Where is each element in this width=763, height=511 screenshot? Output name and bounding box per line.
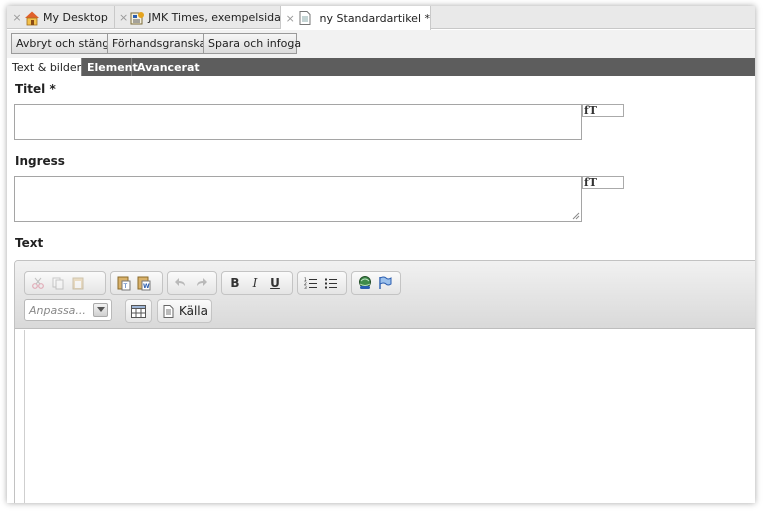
svg-text:3: 3 (304, 285, 307, 290)
list-group: 123 (297, 271, 347, 295)
source-icon (162, 302, 176, 320)
bold-icon[interactable]: B (225, 274, 245, 292)
text-label: Text (15, 236, 44, 250)
cancel-close-button[interactable]: Avbryt och stäng (11, 33, 109, 54)
document-icon (297, 10, 313, 26)
close-icon[interactable]: × (11, 11, 23, 24)
source-button[interactable]: Källa (179, 304, 208, 318)
dropdown-arrow-icon[interactable] (93, 303, 108, 317)
svg-text:W: W (143, 283, 150, 290)
close-icon[interactable]: × (285, 12, 296, 25)
paste-text-icon[interactable]: T (114, 274, 134, 292)
action-toolbar: Avbryt och stäng Förhandsgranska Spara o… (7, 30, 755, 58)
resize-handle-icon[interactable] (572, 212, 580, 220)
table-icon[interactable] (129, 302, 148, 320)
italic-icon[interactable]: I (245, 274, 265, 292)
tab-text-images[interactable]: Text & bilder (7, 58, 82, 76)
tab-label: JMK Times, exempelsida (148, 11, 281, 24)
tab-jmk-times[interactable]: × JMK Times, exempelsida (115, 6, 281, 29)
tab-ny-standardartikel[interactable]: × ny Standardartikel * (281, 6, 431, 30)
section-tab-bar: Text & bilder Element Avancerat (7, 58, 755, 76)
tab-label: ny Standardartikel * (319, 11, 430, 25)
ingress-textarea[interactable] (14, 176, 582, 222)
font-toggle-icon[interactable]: fT (582, 176, 624, 189)
svg-text:T: T (123, 283, 128, 290)
cut-icon[interactable] (28, 274, 48, 292)
undo-icon[interactable] (171, 274, 191, 292)
tab-my-desktop[interactable]: × My Desktop (7, 6, 115, 29)
preview-button[interactable]: Förhandsgranska (107, 33, 206, 54)
clipboard-group (24, 271, 106, 295)
bulleted-list-icon[interactable] (321, 274, 341, 292)
editor-content-area[interactable] (24, 330, 755, 503)
anchor-flag-icon[interactable] (375, 274, 395, 292)
copy-icon[interactable] (48, 274, 68, 292)
link-icon[interactable] (355, 274, 375, 292)
source-group: Källa (157, 299, 212, 323)
underline-icon[interactable]: U (265, 274, 285, 292)
title-label: Titel * (15, 82, 56, 96)
title-input[interactable] (14, 104, 582, 140)
house-icon (24, 10, 40, 26)
document-tab-bar: × My Desktop × JMK Times, exempelsida × … (7, 6, 755, 30)
ingress-label: Ingress (15, 154, 65, 168)
close-icon[interactable]: × (119, 11, 128, 24)
tab-label: My Desktop (43, 11, 108, 24)
editor-toolbar: T W B I U 1 2 3 Anpassa... Källa (15, 261, 755, 329)
table-group (125, 299, 152, 323)
paste-group: T W (110, 271, 163, 295)
formatting-group: B I U (221, 271, 293, 295)
save-insert-button[interactable]: Spara och infoga (203, 33, 301, 54)
paste-icon[interactable] (68, 274, 88, 292)
numbered-list-icon[interactable]: 123 (301, 274, 321, 292)
window: × My Desktop × JMK Times, exempelsida × … (7, 6, 755, 503)
tab-advanced[interactable]: Avancerat (132, 58, 200, 76)
format-combo-value: Anpassa... (29, 303, 86, 317)
font-toggle-icon[interactable]: fT (582, 104, 624, 117)
format-combo[interactable]: Anpassa... (24, 299, 112, 321)
history-group (167, 271, 217, 295)
tab-element[interactable]: Element (82, 58, 138, 76)
paste-word-icon[interactable]: W (134, 274, 154, 292)
newspaper-icon (129, 10, 145, 26)
rich-text-editor: T W B I U 1 2 3 Anpassa... Källa (14, 260, 755, 503)
link-group (351, 271, 401, 295)
redo-icon[interactable] (191, 274, 211, 292)
